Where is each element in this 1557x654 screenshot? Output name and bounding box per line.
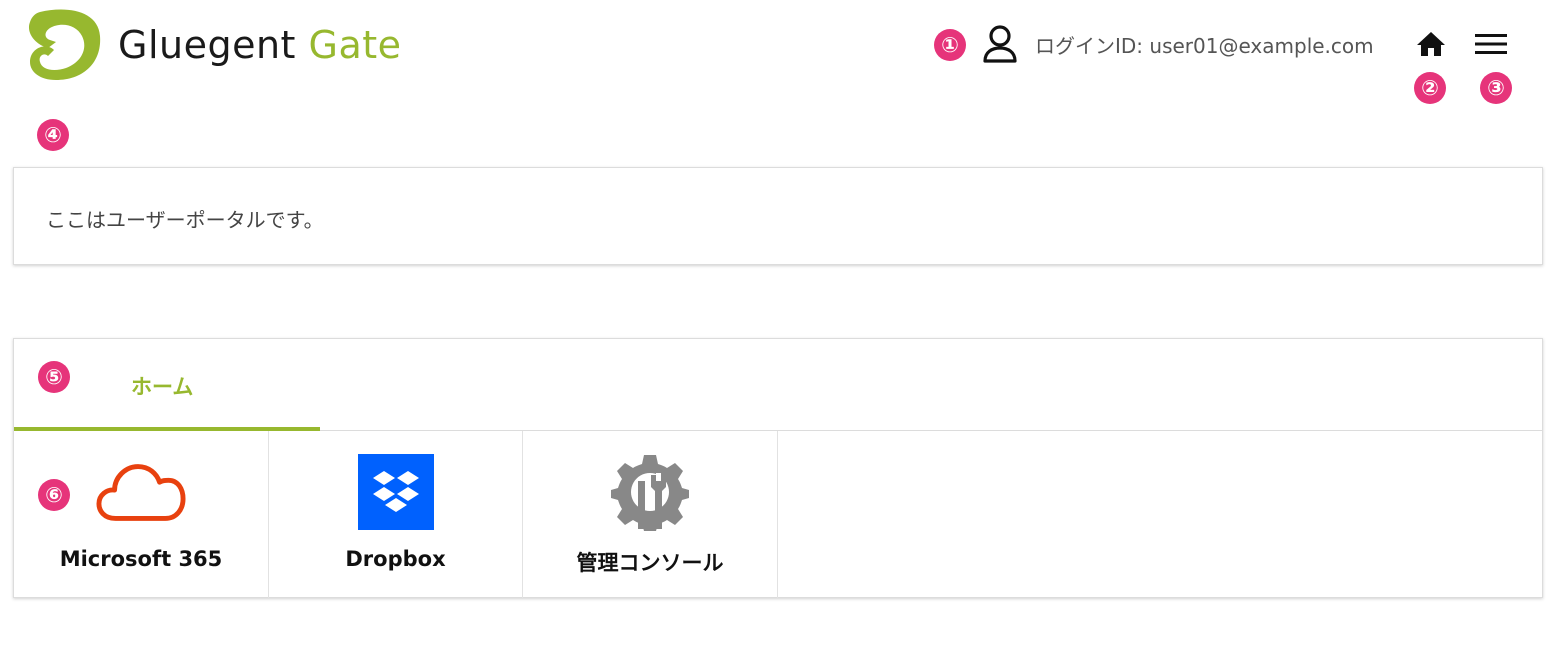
portal-notice-text: ここはユーザーポータルです。 [46,208,324,232]
logo-word-gate: Gate [308,23,402,67]
annotation-marker-4: ④ [37,119,69,151]
portal-notice-box: ここはユーザーポータルです。 [13,167,1543,265]
hamburger-menu-icon [1475,34,1507,54]
annotation-marker-1: ① [934,29,966,61]
logo-text: Gluegent Gate [118,26,402,64]
gluegent-gate-logo[interactable]: Gluegent Gate [26,8,402,82]
login-id-text: ログインID: user01@example.com [1035,34,1374,58]
app-tile-dropbox[interactable]: Dropbox [269,431,523,598]
logo-word-gluegent: Gluegent [118,23,296,67]
admin-gear-icon [605,453,695,531]
app-portal-panel: ホーム Microsoft 365 Dropbox 管理コンソール [13,338,1543,598]
user-icon[interactable] [982,24,1018,64]
home-button[interactable] [1413,28,1449,60]
user-portal-page: Gluegent Gate ① ログインID: user01@example.c… [0,0,1557,654]
gluegent-logo-icon [28,9,101,80]
app-tile-microsoft-365[interactable]: Microsoft 365 [14,431,269,598]
hamburger-menu-button[interactable] [1471,28,1511,60]
app-label: Microsoft 365 [59,547,223,571]
tab-home-label: ホーム [131,375,194,399]
annotation-marker-6: ⑥ [38,479,70,511]
app-tile-admin-console[interactable]: 管理コンソール [523,431,778,598]
home-icon [1417,32,1445,56]
cloud-icon [96,453,186,531]
app-label: 管理コンソール [576,551,724,575]
annotation-marker-5: ⑤ [38,361,70,393]
app-tile-list: Microsoft 365 Dropbox 管理コンソール [14,431,778,598]
annotation-marker-2: ② [1414,72,1446,104]
portal-tab-bar: ホーム [14,339,1542,431]
dropbox-icon [351,453,441,531]
app-label: Dropbox [345,547,446,571]
annotation-marker-3: ③ [1480,72,1512,104]
